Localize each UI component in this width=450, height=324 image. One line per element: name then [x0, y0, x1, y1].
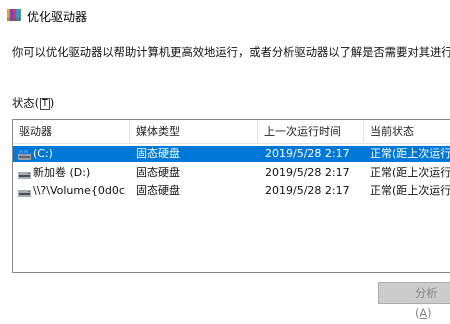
drive-icon: [18, 186, 31, 197]
column-header-last-run[interactable]: 上一次运行时间: [258, 120, 364, 143]
status-section-label: 状态(T): [12, 97, 55, 110]
analyze-button-label: 分析: [415, 287, 438, 300]
cell-drive: (C:): [33, 147, 53, 160]
cell-last-run: 2019/5/28 2:17: [265, 147, 350, 160]
analyze-button[interactable]: 分析(A): [378, 282, 450, 320]
analyze-accelerator: A: [419, 307, 428, 320]
table-row[interactable]: 新加卷 (D:) 固态硬盘 2019/5/28 2:17 正常(距上次运行: [13, 165, 450, 181]
drive-list[interactable]: 驱动器 媒体类型 上一次运行时间 当前状态 (C:) 固态硬盘 2019/5/28 …: [12, 119, 450, 273]
column-header-media-type[interactable]: 媒体类型: [130, 120, 258, 143]
list-header: 驱动器 媒体类型 上一次运行时间 当前状态: [13, 120, 450, 144]
status-label-text: 状态: [12, 97, 35, 110]
description-text: 你可以优化驱动器以帮助计算机更高效地运行，或者分析驱动器以了解是否需要对其进行优…: [12, 46, 450, 59]
cell-last-run: 2019/5/28 2:17: [265, 166, 350, 179]
cell-current-status: 正常(距上次运行: [370, 147, 450, 160]
table-row[interactable]: \\?\Volume{0d0c 固态硬盘 2019/5/28 2:17 正常(距上次运…: [13, 183, 450, 199]
windows-drive-icon: [18, 149, 31, 160]
drive-icon: [18, 168, 31, 179]
column-header-drive[interactable]: 驱动器: [13, 120, 130, 143]
column-header-current-status[interactable]: 当前状态: [364, 120, 450, 143]
cell-media-type: 固态硬盘: [136, 184, 180, 197]
optimize-drives-app-icon: [6, 7, 22, 23]
table-row[interactable]: (C:) 固态硬盘 2019/5/28 2:17 正常(距上次运行: [13, 146, 450, 162]
status-accelerator: T: [40, 98, 50, 110]
cell-current-status: 正常(距上次运行: [370, 166, 450, 179]
window-title: 优化驱动器: [27, 10, 88, 24]
cell-current-status: 正常(距上次运行: [370, 184, 450, 197]
cell-media-type: 固态硬盘: [136, 166, 180, 179]
cell-media-type: 固态硬盘: [136, 147, 180, 160]
cell-drive: 新加卷 (D:): [33, 166, 91, 179]
cell-last-run: 2019/5/28 2:17: [265, 184, 350, 197]
cell-drive: \\?\Volume{0d0c: [33, 184, 125, 197]
title-bar: 优化驱动器: [0, 0, 450, 30]
